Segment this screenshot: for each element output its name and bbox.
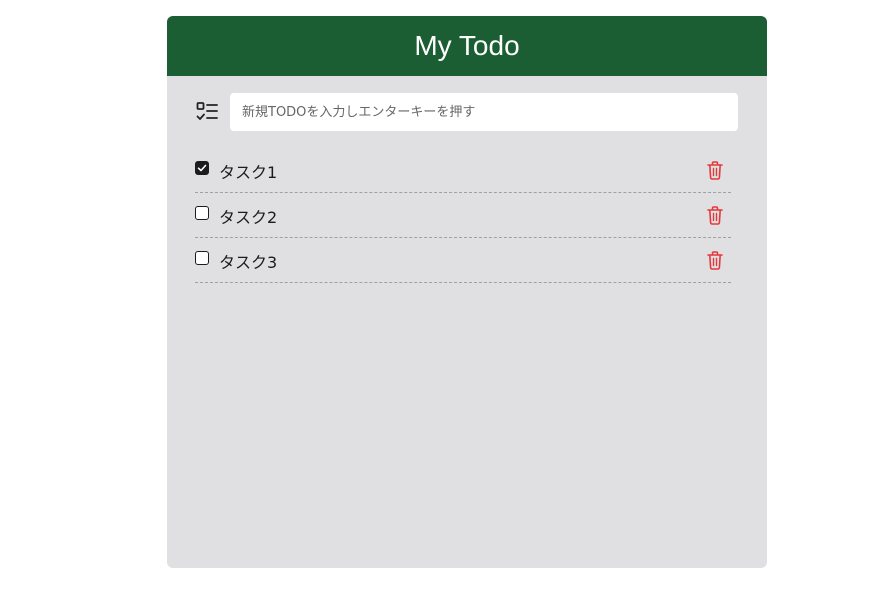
app-title: My Todo [414,30,520,61]
todo-app: My Todo タスク1 [167,16,767,568]
todo-text: タスク3 [219,253,278,272]
trash-icon[interactable] [705,204,725,226]
checkbox-checked-icon[interactable] [195,161,209,175]
todo-item: タスク3 [195,238,731,283]
new-todo-row [195,93,738,131]
checklist-icon [195,100,219,124]
new-todo-input[interactable] [230,93,738,131]
todo-text: タスク1 [219,163,278,182]
todo-text: タスク2 [219,208,278,227]
trash-icon[interactable] [705,159,725,181]
app-header: My Todo [167,16,767,76]
todo-item: タスク1 [195,148,731,193]
checkbox-icon[interactable] [195,251,209,265]
checkbox-icon[interactable] [195,206,209,220]
todo-item: タスク2 [195,193,731,238]
todo-list: タスク1 タスク2 タスク3 [195,148,731,283]
trash-icon[interactable] [705,249,725,271]
